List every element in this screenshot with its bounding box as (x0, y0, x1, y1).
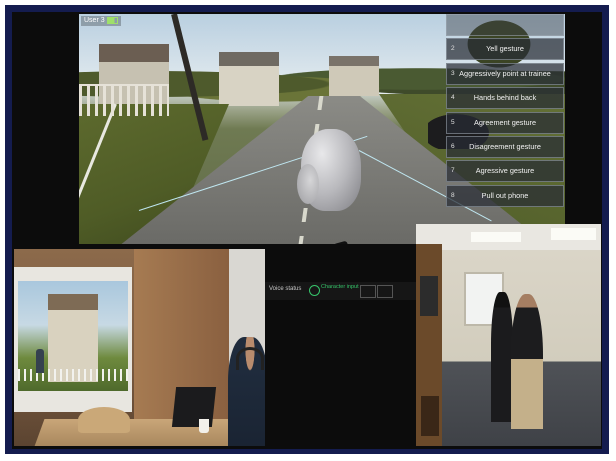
battery-icon (106, 16, 118, 24)
chair (421, 396, 439, 436)
gesture-menu-item[interactable]: 8 Pull out phone (446, 184, 564, 207)
gesture-number: 4 (451, 94, 455, 102)
trainee-with-headset (491, 292, 513, 422)
user-label-text: User 3 (84, 17, 105, 24)
gesture-number: 5 (451, 118, 455, 126)
gesture-number: 2 (451, 45, 455, 53)
gesture-number: 7 (451, 167, 455, 175)
gesture-number: 6 (451, 142, 455, 150)
laptop (171, 387, 217, 427)
gesture-label: Agreement gesture (473, 117, 537, 127)
gesture-menu-item[interactable]: 7 Agressive gesture (446, 160, 564, 183)
gesture-label: Yell gesture (486, 44, 524, 54)
projected-person (36, 349, 44, 373)
gesture-label: Disagreement gesture (469, 141, 541, 151)
gesture-label: Aggressively point at trainee (459, 68, 551, 78)
coffee-cup (199, 419, 209, 433)
gesture-label: Hands behind back (473, 93, 537, 103)
voice-option-button[interactable] (377, 285, 393, 298)
microphone-icon[interactable] (309, 285, 320, 296)
voice-status-value: Character input (321, 284, 359, 290)
voice-status-bar: Voice status Character input (265, 282, 420, 300)
gesture-menu-item[interactable]: 3 Aggressively point at trainee (446, 62, 564, 85)
figure-frame: User 3 2 Yell gesture 3 Aggressively poi… (0, 0, 616, 461)
gesture-menu-item[interactable]: 4 Hands behind back (446, 87, 564, 110)
trainee (511, 294, 543, 429)
chair (78, 407, 130, 433)
trainees-photo (416, 224, 601, 446)
gesture-label: Agressive gesture (475, 166, 535, 176)
house (329, 56, 379, 96)
gesture-label: Pull out phone (481, 190, 529, 200)
gesture-menu-item[interactable]: 6 Disagreement gesture (446, 135, 564, 158)
user-label: User 3 (81, 16, 121, 26)
composite-canvas: User 3 2 Yell gesture 3 Aggressively poi… (12, 12, 602, 449)
door-sign (420, 276, 438, 316)
picket-fence (79, 84, 169, 116)
avatar-face (297, 164, 319, 204)
house (219, 52, 279, 106)
ceiling-light (551, 228, 596, 240)
gesture-menu: 2 Yell gesture 3 Aggressively point at t… (446, 14, 564, 209)
gesture-menu-item[interactable]: 2 Yell gesture (446, 38, 564, 61)
ceiling-light (471, 232, 521, 242)
voice-status-label: Voice status (269, 286, 302, 292)
gesture-number: 8 (451, 191, 455, 199)
operator-photo (14, 249, 265, 446)
gesture-number: 3 (451, 69, 455, 77)
gesture-menu-item[interactable] (446, 14, 564, 36)
headset-icon (236, 347, 264, 370)
voice-option-button[interactable] (360, 285, 376, 298)
vr-street-view: User 3 2 Yell gesture 3 Aggressively poi… (79, 14, 565, 244)
projected-fence (18, 369, 128, 381)
gesture-menu-item[interactable]: 5 Agreement gesture (446, 111, 564, 134)
